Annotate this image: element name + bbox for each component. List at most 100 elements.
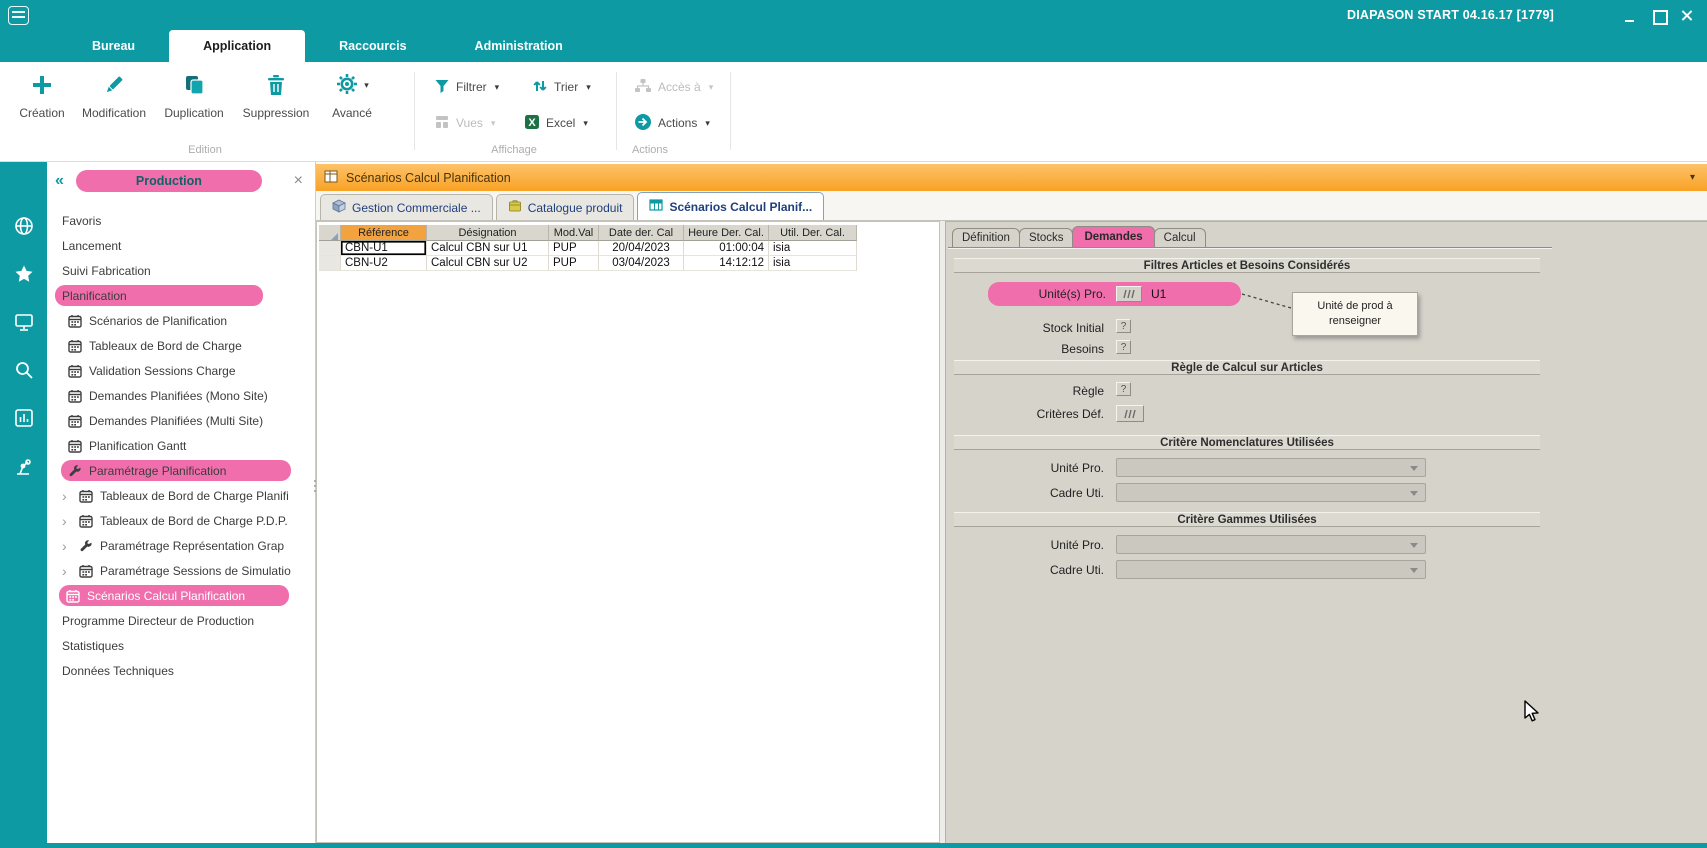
stock-initial-help-button[interactable]: ?: [1116, 319, 1131, 333]
sidebar-item-parametrage-sessions-simulation[interactable]: › Paramétrage Sessions de Simulatio: [47, 558, 315, 583]
sidebar-item-planification-gantt[interactable]: Planification Gantt: [47, 433, 315, 458]
column-header-heure[interactable]: Heure Der. Cal.: [684, 225, 769, 241]
chevron-right-icon[interactable]: ›: [62, 564, 72, 578]
table-row[interactable]: CBN-U2 Calcul CBN sur U2 PUP 03/04/2023 …: [319, 256, 857, 271]
chevron-right-icon[interactable]: ›: [62, 539, 72, 553]
sidebar-item-tableaux-bord-charge[interactable]: Tableaux de Bord de Charge: [47, 333, 315, 358]
close-icon[interactable]: [1680, 8, 1693, 23]
cell-util[interactable]: isia: [769, 241, 857, 256]
besoins-help-button[interactable]: ?: [1116, 340, 1131, 354]
excel-label: Excel: [546, 116, 575, 130]
cell-heure[interactable]: 14:12:12: [684, 256, 769, 271]
sidebar-item-donnees-techniques[interactable]: Données Techniques: [47, 658, 315, 683]
collapse-sidebar-button[interactable]: «: [55, 172, 64, 190]
chevron-down-icon: ▾: [491, 118, 496, 129]
excel-button[interactable]: X Excel ▾: [524, 110, 588, 136]
sidebar-item-suivi-fabrication[interactable]: Suivi Fabrication: [47, 258, 315, 283]
cell-date[interactable]: 20/04/2023: [599, 241, 684, 256]
menu-tab-bureau[interactable]: Bureau: [58, 30, 169, 62]
sidebar-item-tbc-pdp[interactable]: ›Tableaux de Bord de Charge P.D.P.: [47, 508, 315, 533]
production-arm-icon[interactable]: [12, 454, 36, 478]
tab-definition[interactable]: Définition: [952, 228, 1020, 247]
item-label: Paramétrage Sessions de Simulatio: [100, 564, 291, 578]
duplication-label: Duplication: [164, 106, 223, 120]
close-sidebar-button[interactable]: ×: [294, 173, 303, 189]
creation-button[interactable]: Création: [4, 68, 80, 120]
select-all-cell[interactable]: [319, 225, 341, 241]
sidebar-item-tbc-planifi[interactable]: ›Tableaux de Bord de Charge Planifi: [47, 483, 315, 508]
column-header-date[interactable]: Date der. Cal: [599, 225, 684, 241]
filtrer-button[interactable]: Filtrer ▾: [434, 74, 499, 100]
cell-util[interactable]: isia: [769, 256, 857, 271]
besoins-label: Besoins: [946, 342, 1104, 357]
sidebar-item-statistiques[interactable]: Statistiques: [47, 633, 315, 658]
column-header-util[interactable]: Util. Der. Cal.: [769, 225, 857, 241]
column-header-designation[interactable]: Désignation: [427, 225, 549, 241]
sidebar-item-scenarios-calcul-planification[interactable]: Scénarios Calcul Planification: [47, 583, 315, 608]
unite-pro-nomenclature-select[interactable]: [1116, 458, 1426, 477]
star-icon[interactable]: [12, 262, 36, 286]
criteres-def-button[interactable]: [1116, 405, 1144, 422]
cell-reference[interactable]: CBN-U1: [341, 241, 427, 256]
sidebar-resize-handle[interactable]: [313, 480, 317, 492]
cell-designation[interactable]: Calcul CBN sur U1: [427, 241, 549, 256]
regle-help-button[interactable]: ?: [1116, 382, 1131, 396]
sidebar-item-programme-directeur[interactable]: Programme Directeur de Production: [47, 608, 315, 633]
table-row[interactable]: CBN-U1 Calcul CBN sur U1 PUP 20/04/2023 …: [319, 241, 857, 256]
sidebar-item-validation-sessions-charge[interactable]: Validation Sessions Charge: [47, 358, 315, 383]
suppression-button[interactable]: Suppression: [238, 68, 314, 120]
sidebar-item-lancement[interactable]: Lancement: [47, 233, 315, 258]
sidebar-item-planification[interactable]: Planification: [47, 283, 315, 308]
list-filter-icon[interactable]: [1116, 286, 1142, 302]
tab-catalogue-produit[interactable]: Catalogue produit: [496, 194, 635, 220]
acces-a-label: Accès à: [658, 80, 701, 94]
cadre-uti-gammes-select[interactable]: [1116, 560, 1426, 579]
chevron-right-icon[interactable]: ›: [62, 514, 72, 528]
menu-tab-administration[interactable]: Administration: [441, 30, 597, 62]
workstation-icon[interactable]: [12, 310, 36, 334]
tab-scenarios-calcul-planification[interactable]: Scénarios Calcul Planif...: [637, 192, 824, 220]
avance-button[interactable]: ▾ Avancé: [314, 68, 390, 120]
cell-modval[interactable]: PUP: [549, 241, 599, 256]
tab-demandes[interactable]: Demandes: [1072, 226, 1154, 247]
calendar-icon: [68, 414, 82, 428]
maximize-icon[interactable]: [1652, 8, 1665, 23]
menu-tab-raccourcis[interactable]: Raccourcis: [305, 30, 440, 62]
cell-designation[interactable]: Calcul CBN sur U2: [427, 256, 549, 271]
row-selector[interactable]: [319, 241, 341, 256]
modules-globe-icon[interactable]: [12, 214, 36, 238]
menu-tab-application[interactable]: Application: [169, 30, 305, 62]
product-box-icon: [508, 199, 522, 216]
tab-gestion-commerciale[interactable]: Gestion Commerciale ...: [320, 194, 493, 220]
tab-calcul[interactable]: Calcul: [1154, 228, 1206, 247]
trier-button[interactable]: Trier ▾: [532, 74, 591, 100]
minimize-icon[interactable]: [1624, 8, 1637, 23]
sidebar-item-demandes-planifiees-multi[interactable]: Demandes Planifiées (Multi Site): [47, 408, 315, 433]
row-selector[interactable]: [319, 256, 341, 271]
unite-pro-nomenclature-label: Unité Pro.: [946, 461, 1104, 476]
sidebar-item-scenarios-de-planification[interactable]: Scénarios de Planification: [47, 308, 315, 333]
sidebar-item-parametrage-representation[interactable]: ›Paramétrage Représentation Grap: [47, 533, 315, 558]
chevron-right-icon[interactable]: ›: [62, 489, 72, 503]
wrench-icon: [68, 464, 82, 478]
cell-heure[interactable]: 01:00:04: [684, 241, 769, 256]
chevron-down-icon[interactable]: ▾: [1690, 172, 1695, 183]
statistics-icon[interactable]: [12, 406, 36, 430]
actions-button[interactable]: Actions ▾: [634, 110, 710, 136]
cadre-uti-gammes-label: Cadre Uti.: [946, 563, 1104, 578]
cell-date[interactable]: 03/04/2023: [599, 256, 684, 271]
sidebar-item-demandes-planifiees-mono[interactable]: Demandes Planifiées (Mono Site): [47, 383, 315, 408]
sidebar-item-parametrage-planification[interactable]: Paramétrage Planification: [47, 458, 315, 483]
modification-button[interactable]: Modification: [76, 68, 152, 120]
cadre-uti-nomenclature-select[interactable]: [1116, 483, 1426, 502]
column-header-reference[interactable]: Référence: [341, 225, 427, 241]
search-icon[interactable]: [12, 358, 36, 382]
unite-pro-gammes-select[interactable]: [1116, 535, 1426, 554]
sidebar-item-favoris[interactable]: Favoris: [47, 208, 315, 233]
cell-modval[interactable]: PUP: [549, 256, 599, 271]
unites-pro-field[interactable]: Unité(s) Pro. U1: [988, 282, 1241, 306]
cell-reference[interactable]: CBN-U2: [341, 256, 427, 271]
column-header-modval[interactable]: Mod.Val: [549, 225, 599, 241]
duplication-button[interactable]: Duplication: [156, 68, 232, 120]
tab-stocks[interactable]: Stocks: [1019, 228, 1074, 247]
